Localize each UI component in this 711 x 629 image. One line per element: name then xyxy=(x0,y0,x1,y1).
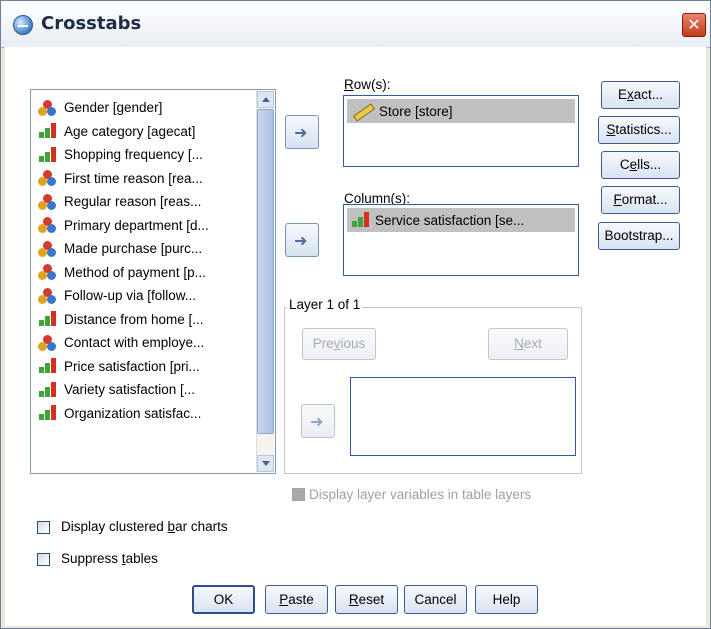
ordinal-measure-icon xyxy=(38,381,60,398)
variable-list-item[interactable]: Regular reason [reas... xyxy=(32,190,257,214)
rows-list[interactable]: Store [store] xyxy=(343,95,579,167)
ordinal-measure-icon xyxy=(38,405,60,421)
rows-label: Row(s): xyxy=(344,77,391,92)
variable-list-item[interactable]: Variety satisfaction [... xyxy=(32,378,257,402)
arrow-left-icon: ➜ xyxy=(294,123,308,142)
variable-label: Primary department [d... xyxy=(64,217,209,233)
display-layer-vars-label: Display layer variables in table layers xyxy=(309,487,532,502)
paste-button[interactable]: Paste xyxy=(265,585,328,614)
scroll-thumb[interactable] xyxy=(257,109,274,434)
arrow-right-icon: ➜ xyxy=(310,412,324,431)
crosstabs-dialog: Crosstabs ✕ Gender [gender] Age category … xyxy=(0,0,711,629)
nominal-measure-icon xyxy=(38,334,60,351)
variable-list-item[interactable]: Primary department [d... xyxy=(32,214,257,238)
arrow-left-icon: ➜ xyxy=(294,231,308,250)
layer-list[interactable] xyxy=(350,377,576,456)
variable-label: Shopping frequency [... xyxy=(64,147,203,163)
window-title: Crosstabs xyxy=(41,13,142,34)
crosstabs-app-icon xyxy=(13,15,33,35)
format-button[interactable]: Format... xyxy=(601,186,680,214)
variable-list-item[interactable]: Contact with employe... xyxy=(32,331,257,355)
variable-list-item[interactable]: Gender [gender] xyxy=(32,96,257,120)
rows-transfer-button[interactable]: ➜ xyxy=(285,115,319,149)
suppress-tables-checkbox[interactable] xyxy=(37,553,50,566)
statistics-button[interactable]: Statistics... xyxy=(598,116,680,144)
ok-button[interactable]: OK xyxy=(192,585,255,614)
columns-list[interactable]: Service satisfaction [se... xyxy=(343,204,579,276)
variable-label: Follow-up via [follow... xyxy=(64,288,197,304)
variable-label: Price satisfaction [pri... xyxy=(64,358,200,374)
variable-label: Made purchase [purc... xyxy=(64,241,203,257)
help-button[interactable]: Help xyxy=(475,585,538,614)
source-variable-list[interactable]: Gender [gender] Age category [agecat] Shop… xyxy=(30,89,276,474)
ordinal-measure-icon xyxy=(351,212,369,228)
nominal-measure-icon xyxy=(38,287,60,304)
clustered-bar-charts-checkbox[interactable] xyxy=(37,521,50,534)
variable-label: First time reason [rea... xyxy=(64,170,203,186)
previous-layer-button[interactable]: Previous xyxy=(302,328,376,360)
variable-list-item[interactable]: First time reason [rea... xyxy=(32,167,257,191)
chevron-down-icon xyxy=(262,461,270,466)
chevron-up-icon xyxy=(262,97,270,102)
nominal-measure-icon xyxy=(38,217,60,234)
variable-list-item[interactable]: Price satisfaction [pri... xyxy=(32,355,257,379)
variable-list-item[interactable]: Distance from home [... xyxy=(32,308,257,332)
bootstrap-button[interactable]: Bootstrap... xyxy=(598,222,680,250)
variable-list-item[interactable]: Organization satisfac... xyxy=(32,402,257,426)
variable-items: Gender [gender] Age category [agecat] Shop… xyxy=(32,96,257,425)
rows-item-label: Store [store] xyxy=(379,103,453,119)
rows-list-item[interactable]: Store [store] xyxy=(347,99,575,123)
ordinal-measure-icon xyxy=(38,358,60,374)
close-button[interactable]: ✕ xyxy=(682,13,706,37)
scroll-up-button[interactable] xyxy=(257,91,274,108)
variable-list-item[interactable]: Shopping frequency [... xyxy=(32,143,257,167)
variable-label: Age category [agecat] xyxy=(64,123,196,139)
scroll-down-button[interactable] xyxy=(257,455,274,472)
cells-button[interactable]: Cells... xyxy=(601,151,680,179)
variable-label: Contact with employe... xyxy=(64,335,205,351)
variable-label: Distance from home [... xyxy=(64,311,204,327)
suppress-tables-label: Suppress tables xyxy=(61,551,158,566)
columns-transfer-button[interactable]: ➜ xyxy=(285,223,319,257)
scale-measure-icon xyxy=(351,103,376,122)
variable-label: Method of payment [p... xyxy=(64,264,206,280)
ordinal-measure-icon xyxy=(38,311,60,327)
variable-list-item[interactable]: Follow-up via [follow... xyxy=(32,284,257,308)
cancel-button[interactable]: Cancel xyxy=(404,585,467,614)
variable-list-item[interactable]: Made purchase [purc... xyxy=(32,237,257,261)
columns-list-item[interactable]: Service satisfaction [se... xyxy=(347,208,575,232)
next-layer-button[interactable]: Next xyxy=(488,328,568,360)
variable-list-item[interactable]: Method of payment [p... xyxy=(32,261,257,285)
nominal-measure-icon xyxy=(38,99,60,116)
variable-label: Organization satisfac... xyxy=(64,405,202,421)
variable-label: Regular reason [reas... xyxy=(64,194,202,210)
ordinal-measure-icon xyxy=(38,146,60,163)
clustered-bar-charts-label: Display clustered bar charts xyxy=(61,519,228,534)
nominal-measure-icon xyxy=(38,170,60,187)
columns-item-label: Service satisfaction [se... xyxy=(375,212,525,228)
ordinal-measure-icon xyxy=(38,123,60,139)
display-layer-vars-checkbox[interactable] xyxy=(292,488,305,501)
variable-list-item[interactable]: Age category [agecat] xyxy=(32,120,257,144)
nominal-measure-icon xyxy=(38,240,60,257)
nominal-measure-icon xyxy=(38,264,60,281)
nominal-measure-icon xyxy=(38,193,60,210)
title-bar[interactable]: Crosstabs ✕ xyxy=(1,1,710,48)
variable-list-scrollbar[interactable] xyxy=(256,91,274,472)
dialog-body: Gender [gender] Age category [agecat] Shop… xyxy=(5,47,706,626)
variable-label: Variety satisfaction [... xyxy=(64,382,196,398)
variable-label: Gender [gender] xyxy=(64,100,163,116)
layer-group-title: Layer 1 of 1 xyxy=(287,297,363,312)
reset-button[interactable]: Reset xyxy=(335,585,398,614)
layer-transfer-button[interactable]: ➜ xyxy=(301,404,335,438)
exact-button[interactable]: Exact... xyxy=(601,81,680,109)
